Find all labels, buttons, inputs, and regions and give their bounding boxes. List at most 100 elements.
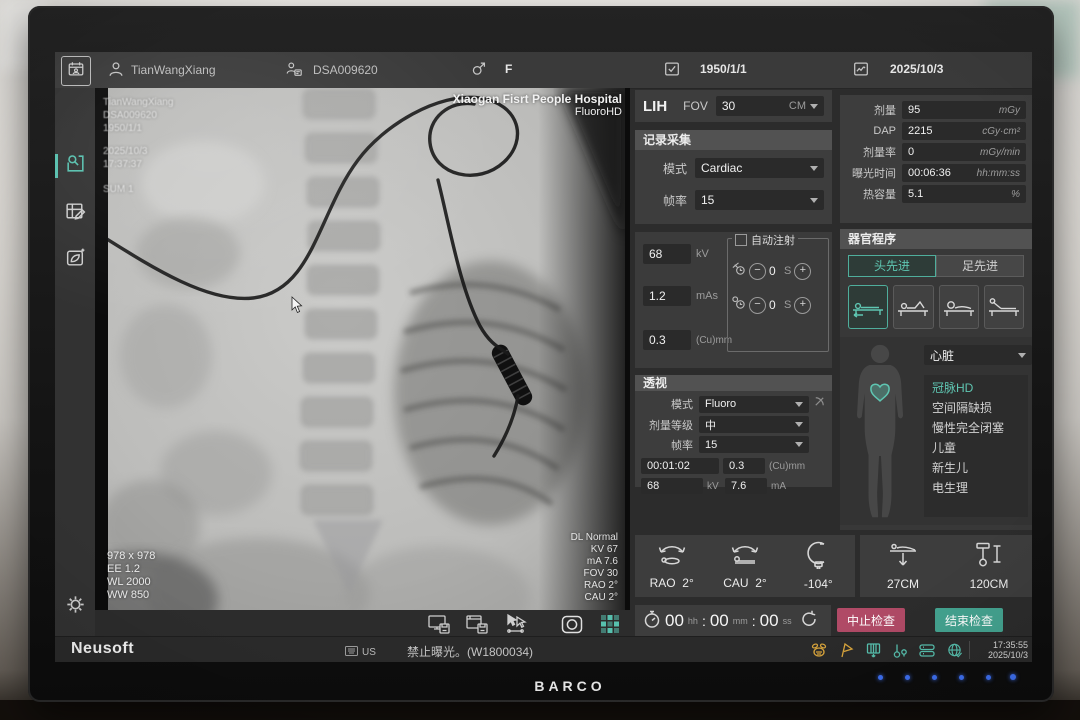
monitor-button-led <box>986 675 991 680</box>
program-item[interactable]: 空间隔缺损 <box>928 398 1028 418</box>
chevron-down-icon <box>810 198 818 203</box>
generator-section: 68 kV 1.2 mAs 0.3 (Cu)mm 自动注射 <box>635 232 832 368</box>
tray-divider <box>969 641 970 659</box>
neusoft-logo: Neusoft <box>71 640 134 658</box>
exam-study-button[interactable] <box>64 152 87 180</box>
cau-rotation-icon <box>728 542 762 573</box>
exposure-active-icon[interactable] <box>809 641 829 659</box>
patient-sex: F <box>505 62 512 76</box>
fluoro-section-title: 透视 <box>635 375 832 391</box>
live-image-viewport: TianWangXiang DSA009620 1950/1/1 2025/10… <box>95 88 630 610</box>
program-item[interactable]: 慢性完全闭塞 <box>928 418 1028 438</box>
image-overlay-technique: DL Normal KV 67 mA 7.6 FOV 30 RAO 2° CAU… <box>571 532 618 604</box>
patient-id: DSA009620 <box>313 63 378 77</box>
finish-exam-button[interactable]: 结束检查 <box>935 608 1003 632</box>
input-language[interactable]: US <box>345 643 376 661</box>
fluoroscopy-xray-image <box>108 88 625 610</box>
record-section-title: 记录采集 <box>635 130 832 150</box>
abort-exam-button[interactable]: 中止检查 <box>837 608 905 632</box>
heat-capacity-value: 5.1% <box>902 185 1026 203</box>
mas-unit: mAs <box>696 290 718 302</box>
workstation-screen: TianWangXiang DSA009620 F 1950/1/1 2025/… <box>55 52 1032 662</box>
flag-indicator-icon[interactable] <box>836 641 856 659</box>
body-silhouette[interactable] <box>844 341 916 528</box>
worklist-button[interactable] <box>61 56 91 86</box>
timer-seconds: 00 <box>760 611 779 631</box>
inject-delay-b-value[interactable]: 0 <box>769 298 781 312</box>
acquisition-panel: LIH FOV 30 CM 记录采集 模式 Cardiac <box>635 90 832 442</box>
cu-filter-field[interactable]: 0.3 <box>643 330 691 350</box>
fluoro-ma-field: 7.6 <box>725 478 767 494</box>
timer-reset-icon[interactable] <box>800 609 818 634</box>
program-item[interactable]: 电生理 <box>928 478 1028 498</box>
c-arm-icon <box>804 541 832 574</box>
patient-name: TianWangXiang <box>131 63 216 77</box>
fluoro-fps-label: 帧率 <box>635 437 693 453</box>
dose-level-select[interactable]: 中 <box>699 416 809 433</box>
dap-value: 2215cGy·cm² <box>902 122 1026 140</box>
stopwatch-icon[interactable] <box>643 609 661 634</box>
left-toolbar: ? <box>55 88 95 636</box>
monitor-brand-logo: BARCO <box>490 678 650 694</box>
program-item[interactable]: 儿童 <box>928 438 1028 458</box>
image-process-button[interactable] <box>64 246 87 274</box>
network-icon[interactable] <box>944 641 964 659</box>
dose-level-label: 剂量等级 <box>635 417 693 433</box>
fluoro-mode-label: 模式 <box>635 396 693 412</box>
organ-region-select[interactable]: 心脏 <box>924 345 1032 365</box>
tab-head-first[interactable]: 头先进 <box>848 255 936 277</box>
dose-rate-value: 0mGy/min <box>902 143 1026 161</box>
settings-button[interactable] <box>64 593 87 621</box>
inject-minus-button[interactable]: − <box>749 263 766 280</box>
chevron-down-icon <box>810 166 818 171</box>
record-mode-select[interactable]: Cardiac <box>695 158 824 178</box>
monitor-button-led <box>932 675 937 680</box>
contrast-minus-button[interactable]: − <box>749 297 766 314</box>
program-list: 冠脉HD 空间隔缺损 慢性完全闭塞 儿童 新生儿 电生理 <box>924 375 1028 517</box>
worklist-edit-button[interactable] <box>64 200 87 228</box>
auto-inject-group: 自动注射 − 0 S + <box>727 238 829 352</box>
position-supine-button[interactable] <box>848 285 888 329</box>
record-fps-label: 帧率 <box>635 192 687 209</box>
organ-program-title: 器官程序 <box>840 229 1032 249</box>
fov-select[interactable]: 30 CM <box>716 96 824 116</box>
inject-unit-b: S <box>784 299 791 311</box>
lih-button[interactable]: LIH <box>643 98 667 115</box>
fluoro-fps-select[interactable]: 15 <box>699 436 809 453</box>
fluoro-section: 透视 模式 Fluoro 剂量等级 中 <box>635 375 832 487</box>
record-mode-label: 模式 <box>635 160 687 177</box>
organ-program-section: 器官程序 头先进 足先进 <box>840 229 1032 530</box>
inject-delay-a-value[interactable]: 0 <box>769 264 781 278</box>
auto-inject-checkbox[interactable] <box>735 234 747 246</box>
program-item[interactable]: 新生儿 <box>928 458 1028 478</box>
procedure-timer: 00hh : 00mm : 00ss <box>635 605 831 637</box>
active-tool-indicator <box>55 154 58 178</box>
kv-field[interactable]: 68 <box>643 244 691 264</box>
patient-info-bar: TianWangXiang DSA009620 F 1950/1/1 2025/… <box>55 52 1032 89</box>
exposure-time-label: 曝光时间 <box>840 165 896 181</box>
program-item[interactable]: 冠脉HD <box>928 378 1028 398</box>
inject-plus-button[interactable]: + <box>794 263 811 280</box>
fluoro-kv-field: 68 <box>641 478 703 494</box>
anatomy-selector: 心脏 冠脉HD 空间隔缺损 慢性完全闭塞 儿童 新生儿 电生理 <box>840 337 1032 525</box>
storage-icon[interactable] <box>917 641 937 659</box>
heat-capacity-label: 热容量 <box>840 186 896 202</box>
monitor-button-led <box>905 675 910 680</box>
monitor-button-led <box>959 675 964 680</box>
gender-icon <box>470 60 488 83</box>
collimator-icon[interactable] <box>863 641 883 659</box>
monitor-button-led <box>878 675 883 680</box>
record-fps-select[interactable]: 15 <box>695 190 824 210</box>
cau-indicator: CAU 2° <box>708 535 781 597</box>
temperature-icon[interactable] <box>890 641 910 659</box>
position-lateral-button[interactable] <box>939 285 979 329</box>
contrast-plus-button[interactable]: + <box>794 297 811 314</box>
fluoro-time-field: 00:01:02 <box>641 458 719 474</box>
timer-hours: 00 <box>665 611 684 631</box>
mas-field[interactable]: 1.2 <box>643 286 691 306</box>
position-reclined-button[interactable] <box>984 285 1024 329</box>
fluoro-mode-select[interactable]: Fluoro <box>699 396 809 413</box>
position-knees-bent-button[interactable] <box>893 285 933 329</box>
exam-date: 2025/10/3 <box>890 62 943 76</box>
tab-feet-first[interactable]: 足先进 <box>936 255 1024 277</box>
